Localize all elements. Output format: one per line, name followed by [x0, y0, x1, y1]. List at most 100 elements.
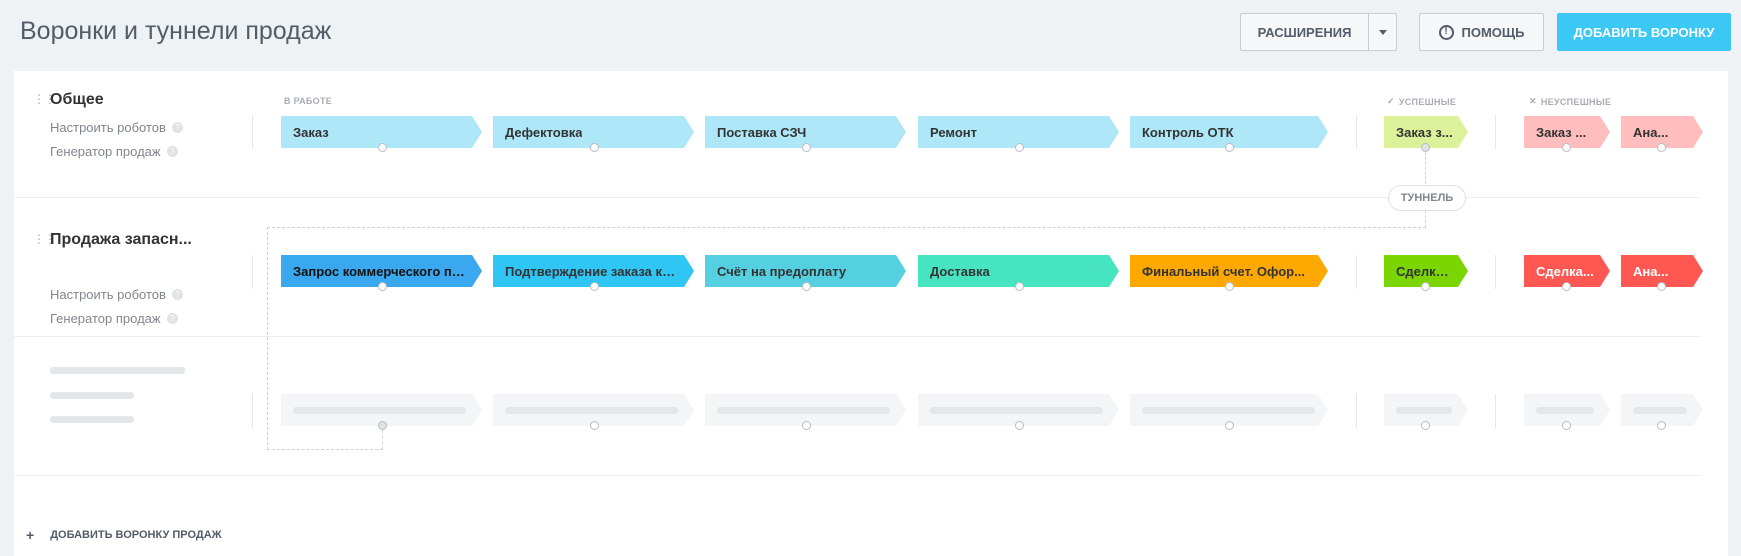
- divider: [1495, 255, 1496, 289]
- divider: [1495, 394, 1496, 428]
- tunnel-connector-dot[interactable]: [802, 282, 811, 291]
- divider: [252, 115, 253, 149]
- skeleton-bar: [930, 407, 1103, 414]
- tunnel-connector-dot[interactable]: [590, 282, 599, 291]
- robots-link-label: Настроить роботов: [50, 120, 166, 135]
- tunnel-connector-dot[interactable]: [1562, 282, 1571, 291]
- robots-link-label: Настроить роботов: [50, 287, 166, 302]
- add-sales-funnel-label: Добавить воронку продаж: [50, 529, 222, 541]
- tunnel-connector-dot[interactable]: [378, 143, 387, 152]
- tunnel-connector-dot[interactable]: [1225, 143, 1234, 152]
- skeleton-bar: [1633, 407, 1687, 414]
- divider: [1495, 115, 1496, 149]
- group-label-fail-text: Неуспешные: [1540, 96, 1612, 107]
- row-separator: [14, 475, 1700, 476]
- funnel-name[interactable]: Общее: [50, 91, 104, 109]
- stage-label: Контроль ОТК: [1142, 124, 1234, 140]
- tunnel-line: [267, 449, 383, 450]
- tunnel-connector-dot[interactable]: [378, 282, 387, 291]
- tunnel-connector-dot[interactable]: [1657, 282, 1666, 291]
- extensions-button[interactable]: Расширения: [1240, 13, 1397, 51]
- tunnel-line: [382, 430, 383, 450]
- generator-link[interactable]: Генератор продаж?: [50, 144, 178, 159]
- plus-icon: +: [26, 527, 35, 543]
- generator-link-label: Генератор продаж: [50, 144, 161, 159]
- tunnel-connector-dot[interactable]: [1421, 143, 1430, 152]
- tunnel-connector-dot[interactable]: [1225, 421, 1234, 430]
- skeleton-bar: [293, 407, 466, 414]
- tunnel-badge[interactable]: Туннель: [1388, 185, 1466, 211]
- tunnel-connector-dot[interactable]: [1015, 421, 1024, 430]
- stage-label: Поставка СЗЧ: [717, 124, 807, 140]
- skeleton-bar: [505, 407, 678, 414]
- group-label-in-work-text: В работе: [284, 96, 333, 106]
- stage-label: Заказ з...: [1396, 124, 1453, 140]
- skeleton-bar: [50, 416, 134, 423]
- add-sales-funnel-link[interactable]: + Добавить воронку продаж: [26, 527, 222, 543]
- stage-label: Ана...: [1633, 263, 1669, 279]
- tunnel-line: [267, 227, 268, 450]
- stage-label: Финальный счет. Офор...: [1142, 263, 1305, 279]
- tunnel-connector-dot[interactable]: [1562, 143, 1571, 152]
- tunnel-connector-dot[interactable]: [1421, 282, 1430, 291]
- tunnel-connector-dot[interactable]: [1015, 143, 1024, 152]
- tunnel-connector-dot[interactable]: [1657, 143, 1666, 152]
- skeleton-bar: [1536, 407, 1594, 414]
- help-icon[interactable]: ?: [171, 289, 183, 300]
- tunnel-connector-dot[interactable]: [1421, 421, 1430, 430]
- tunnel-connector-dot[interactable]: [802, 143, 811, 152]
- tunnel-connector-dot[interactable]: [590, 143, 599, 152]
- group-label-fail: ✕ Неуспешные: [1529, 96, 1611, 107]
- skeleton-bar: [50, 392, 134, 399]
- info-icon: !: [1438, 24, 1454, 40]
- stage-label: Сделка...: [1536, 263, 1594, 279]
- tunnel-connector-dot[interactable]: [1562, 421, 1571, 430]
- divider: [252, 394, 253, 428]
- chevron-down-icon: [1378, 29, 1387, 35]
- stage-label: Заказ ...: [1536, 124, 1587, 140]
- group-label-success: ✓ Успешные: [1387, 96, 1456, 107]
- help-button[interactable]: ! Помощь: [1419, 13, 1544, 51]
- stage-label: Подтверждение заказа кл...: [505, 263, 680, 279]
- stage-label: Заказ: [293, 124, 329, 140]
- group-label-in-work: В работе: [284, 96, 332, 106]
- stage-label: Счёт на предоплату: [717, 263, 847, 279]
- stage-label: Ана...: [1633, 124, 1669, 140]
- check-icon: ✓: [1387, 96, 1395, 106]
- skeleton-bar: [1396, 407, 1452, 414]
- robots-link[interactable]: Настроить роботов?: [50, 287, 183, 302]
- generator-link-label: Генератор продаж: [50, 311, 161, 326]
- tunnel-connector-dot[interactable]: [1015, 282, 1024, 291]
- skeleton-bar: [717, 407, 890, 414]
- tunnel-line: [267, 227, 1426, 228]
- skeleton-bar: [1142, 407, 1315, 414]
- help-icon[interactable]: ?: [171, 122, 183, 133]
- page-title: Воронки и туннели продаж: [20, 17, 332, 45]
- divider: [252, 255, 253, 289]
- divider: [1356, 255, 1357, 289]
- help-icon[interactable]: ?: [166, 313, 178, 324]
- add-funnel-button[interactable]: Добавить воронку: [1557, 13, 1731, 51]
- stage-label: Дефектовка: [505, 124, 583, 140]
- group-label-success-text: Успешные: [1398, 96, 1457, 107]
- tunnel-connector-dot[interactable]: [1657, 421, 1666, 430]
- generator-link[interactable]: Генератор продаж?: [50, 311, 178, 326]
- tunnel-connector-dot[interactable]: [590, 421, 599, 430]
- skeleton-bar: [50, 367, 185, 374]
- tunnel-connector-dot[interactable]: [802, 421, 811, 430]
- extensions-dropdown-toggle[interactable]: [1368, 14, 1396, 50]
- tunnel-connector-dot[interactable]: [1225, 282, 1234, 291]
- row-separator: [14, 336, 1700, 337]
- funnel-name[interactable]: Продажа запасн...: [50, 231, 192, 249]
- tunnel-connector-dot[interactable]: [378, 421, 387, 430]
- stage-label: Ремонт: [930, 124, 978, 140]
- help-button-label: Помощь: [1461, 24, 1525, 40]
- robots-link[interactable]: Настроить роботов?: [50, 120, 183, 135]
- help-icon[interactable]: ?: [166, 146, 178, 157]
- stage-label: Запрос коммерческого пр...: [293, 263, 468, 279]
- divider: [1356, 394, 1357, 428]
- divider: [1356, 115, 1357, 149]
- cross-icon: ✕: [1529, 96, 1537, 106]
- extensions-button-label: Расширения: [1257, 24, 1352, 40]
- stage-label: Доставка: [930, 263, 990, 279]
